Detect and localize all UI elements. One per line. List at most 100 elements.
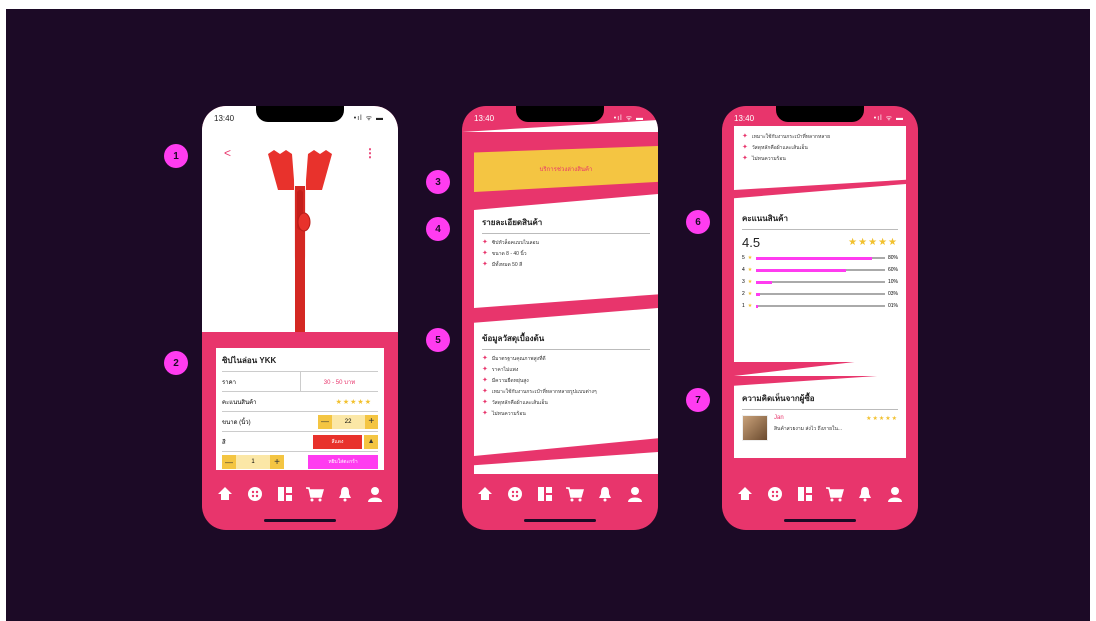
rating-bar-fill <box>756 256 873 260</box>
add-to-cart-button[interactable]: หยิบใส่ตะกร้า <box>308 455 378 469</box>
bullet-item: ✦ ไม่ทนความร้อน <box>482 410 650 418</box>
size-label: ขนาด (นิ้ว) <box>222 419 251 426</box>
notifications-tab[interactable] <box>595 484 615 504</box>
layout-tab[interactable] <box>535 484 555 504</box>
button-icon <box>508 487 522 501</box>
star-icon: ★ <box>747 267 754 273</box>
product-name: ซิปไนล่อน YKK <box>222 354 378 372</box>
rating-bar-fill <box>756 304 758 308</box>
zipper-product-image <box>268 150 332 332</box>
cart-icon <box>826 487 844 502</box>
reviewer-name: Jan <box>774 415 784 421</box>
phone-reviews-screen: 13:40 •ıl ᯤ ▬ ✦ เหมาะใช้กับงานกระเป๋าที่ห… <box>722 106 918 530</box>
size-minus-button[interactable]: — <box>318 414 332 429</box>
bullet-item: ✦ ซิปหัวล็อคแบบไนลอน <box>482 239 650 247</box>
color-dropdown-button[interactable]: ▲ <box>364 434 379 449</box>
reviews-card: ความคิดเห็นจากผู้ซื้อ Jan ★★★★★ สินค้าสว… <box>734 374 906 458</box>
rating-breakdown-row: 3 ★ 10% <box>742 276 898 288</box>
home-tab[interactable] <box>215 484 235 504</box>
categories-tab[interactable] <box>505 484 525 504</box>
bullet-icon: ✦ <box>482 410 488 417</box>
bullet-icon: ✦ <box>742 144 748 151</box>
home-tab[interactable] <box>475 484 495 504</box>
layout-tab[interactable] <box>275 484 295 504</box>
rating-title: คะแนนสินค้า <box>742 214 788 223</box>
qty-value: 1 <box>236 455 270 469</box>
categories-tab[interactable] <box>245 484 265 504</box>
rating-row: คะแนนสินค้า ★★★★★ <box>222 392 378 412</box>
profile-tab[interactable] <box>885 484 905 504</box>
phone-product-screen: 13:40 •ıl ᯤ ▬ < ⋮ ซิปไนล่อน YKK ราคา 30 … <box>202 106 398 530</box>
details-list: ✦ ซิปหัวล็อคแบบไนลอน ✦ ขนาด 8 - 40 นิ้ว ✦ มีท… <box>482 239 650 269</box>
categories-tab[interactable] <box>765 484 785 504</box>
bullet-item: ✦ ขนาด 8 - 40 นิ้ว <box>482 250 650 258</box>
rating-average: 4.5 <box>742 235 761 250</box>
layout-tab[interactable] <box>795 484 815 504</box>
size-plus-button[interactable]: + <box>364 414 378 429</box>
home-icon <box>218 487 232 500</box>
color-row: สี สีแดง ▲ <box>222 432 379 452</box>
divider <box>482 233 650 234</box>
rating-label: คะแนนสินค้า <box>222 399 257 406</box>
bullet-item: ✦ มีมาตรฐานคุณภาพสูงที่ดี <box>482 355 650 363</box>
star-icon: ★ <box>747 255 754 261</box>
marker-5: 5 <box>426 328 450 352</box>
bullet-text: ราคาไม่แพง <box>491 367 519 373</box>
marker-7: 7 <box>686 388 710 412</box>
bullet-text: ขนาด 8 - 40 นิ้ว <box>491 251 527 257</box>
divider <box>742 229 898 230</box>
qty-plus-button[interactable]: + <box>270 455 284 469</box>
bell-icon <box>339 487 351 502</box>
profile-tab[interactable] <box>625 484 645 504</box>
color-select[interactable]: สีแดง <box>312 434 363 449</box>
bullet-text: ไม่ทนความร้อน <box>751 156 786 162</box>
review-text: สินค้าสวยงาม ส่งไว ถึงภายใน... <box>774 426 843 432</box>
rating-percent: 60% <box>887 267 898 273</box>
color-label: สี <box>222 439 226 446</box>
status-time: 13:40 <box>214 114 235 123</box>
notch <box>776 106 864 122</box>
bullet-icon: ✦ <box>482 250 488 257</box>
profile-tab[interactable] <box>365 484 385 504</box>
cart-tab[interactable] <box>565 484 585 504</box>
price-value: 30 - 50 บาท <box>300 372 378 391</box>
bullet-icon: ✦ <box>482 366 488 373</box>
marker-6: 6 <box>686 210 710 234</box>
bullet-item: ✦ เหมาะใช้กับงานกระเป๋าที่หลากหลายรูปแบบต… <box>482 388 650 396</box>
cart-tab[interactable] <box>305 484 325 504</box>
home-tab[interactable] <box>735 484 755 504</box>
qty-minus-button[interactable]: — <box>222 455 236 469</box>
notifications-tab[interactable] <box>335 484 355 504</box>
bell-icon <box>859 487 871 502</box>
rating-percent: 10% <box>887 279 898 285</box>
rating-card: คะแนนสินค้า 4.5 ★★★★★ 5 ★ 80% 4 ★ 60% 3 ★ 10% 2 ★ 0… <box>734 184 906 362</box>
status-time: 13:40 <box>474 114 495 123</box>
basic-info-list: ✦ เหมาะใช้กับงานกระเป๋าที่หลากหลาย ✦ วัสดุห… <box>742 133 898 163</box>
notifications-tab[interactable] <box>855 484 875 504</box>
bullet-text: วัสดุหลักคือผ้าและเส้นเอ็น <box>491 400 548 406</box>
details-title: รายละเอียดสินค้า <box>482 218 543 227</box>
status-time: 13:40 <box>734 114 755 123</box>
service-banner[interactable]: บริการช่วงล่างสินค้า <box>474 146 658 192</box>
bullet-icon: ✦ <box>742 155 748 162</box>
bullet-item: ✦ ไม่ทนความร้อน <box>742 155 898 163</box>
cart-tab[interactable] <box>825 484 845 504</box>
star-icon: ★ <box>747 291 754 297</box>
bullet-text: วัสดุหลักคือผ้าและเส้นเอ็น <box>751 145 808 151</box>
phone-details-screen: 13:40 •ıl ᯤ ▬ บริการช่วงล่างสินค้า รายละ… <box>462 106 658 530</box>
more-options-button[interactable]: ⋮ <box>364 146 376 160</box>
bullet-icon: ✦ <box>482 377 488 384</box>
basic-info-title: ข้อมูลวัสดุเบื้องต้น <box>482 334 545 343</box>
rating-breakdown: 5 ★ 80% 4 ★ 60% 3 ★ 10% 2 ★ 03% 1 ★ 01% <box>742 252 898 312</box>
back-button[interactable]: < <box>224 146 231 160</box>
star-level: 1 <box>742 303 745 309</box>
home-indicator <box>264 519 336 522</box>
user-icon <box>368 487 382 502</box>
bullet-icon: ✦ <box>482 239 488 246</box>
basic-info-list: ✦ มีมาตรฐานคุณภาพสูงที่ดี ✦ ราคาไม่แพง ✦ มีคว… <box>482 355 650 418</box>
status-icons: •ıl ᯤ ▬ <box>873 115 904 122</box>
bullet-text: มีทั้งหมด 50 สี <box>491 262 523 268</box>
bullet-text: มีความยืดหยุ่นสูง <box>491 378 529 384</box>
rating-percent: 03% <box>887 291 898 297</box>
grid-icon <box>798 487 812 501</box>
